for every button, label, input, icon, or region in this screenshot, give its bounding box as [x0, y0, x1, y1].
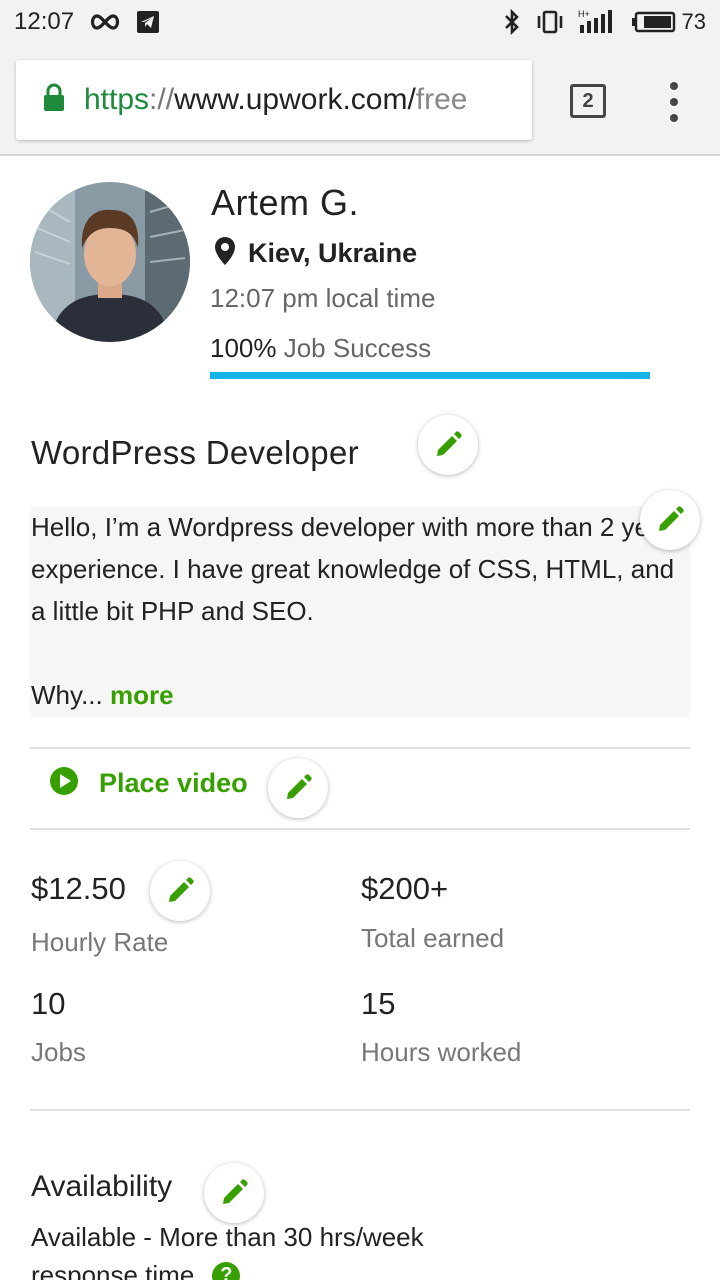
- url-separator: ://: [149, 83, 175, 116]
- job-success: 100% Job Success: [210, 333, 431, 364]
- location-pin-icon: [214, 236, 236, 271]
- hourly-rate-value: $12.50: [31, 871, 126, 906]
- job-success-percent: 100%: [210, 333, 277, 363]
- overview-tail: Why...: [31, 680, 103, 710]
- location: Kiev, Ukraine: [214, 236, 417, 271]
- edit-title-button[interactable]: [418, 415, 478, 475]
- edit-video-button[interactable]: [268, 758, 328, 818]
- response-time: response time ?: [31, 1260, 241, 1280]
- jobs-label: Jobs: [31, 1037, 86, 1067]
- status-bar: 12:07 H+ 73: [0, 0, 720, 44]
- more-link[interactable]: more: [110, 680, 174, 710]
- bluetooth-icon: [502, 9, 522, 35]
- hours-worked-label: Hours worked: [361, 1037, 522, 1067]
- edit-overview-button[interactable]: [640, 490, 700, 550]
- job-success-bar: [210, 372, 650, 379]
- lock-icon: [42, 83, 66, 118]
- divider: [30, 747, 690, 749]
- hourly-rate-label: Hourly Rate: [31, 927, 169, 957]
- availability-text: Available - More than 30 hrs/week: [31, 1222, 424, 1252]
- hours-worked-value: 15: [361, 986, 396, 1021]
- telegram-icon: [136, 10, 160, 34]
- profile-title: WordPress Developer: [31, 434, 359, 471]
- play-circle-icon: [49, 766, 79, 801]
- more-menu-icon[interactable]: [662, 82, 686, 122]
- url-path: free: [415, 83, 468, 116]
- edit-availability-button[interactable]: [204, 1163, 264, 1223]
- help-icon[interactable]: ?: [212, 1261, 241, 1280]
- overview-truncated: Why... more: [31, 674, 174, 716]
- signal-icon: H+: [578, 9, 618, 35]
- battery-icon: [631, 11, 676, 33]
- total-earned-label: Total earned: [361, 923, 505, 953]
- divider: [30, 828, 690, 830]
- pencil-icon: [437, 431, 462, 456]
- overview-text: Hello, I’m a Wordpress developer with mo…: [31, 512, 675, 626]
- browser-toolbar: https://www.upwork.com/free 2: [0, 44, 720, 156]
- response-time-label: response time: [31, 1260, 195, 1280]
- status-time: 12:07: [14, 8, 75, 35]
- url-scheme: https: [84, 83, 150, 116]
- availability-heading: Availability: [31, 1170, 173, 1203]
- vibrate-icon: [536, 10, 564, 34]
- job-success-bar-fill: [210, 372, 650, 379]
- jobs-value: 10: [31, 986, 66, 1021]
- battery-level: 73: [681, 9, 706, 34]
- pencil-icon: [287, 774, 312, 799]
- location-text: Kiev, Ukraine: [248, 238, 418, 268]
- status-bar-left: 12:07: [14, 8, 160, 36]
- pencil-icon: [659, 506, 684, 531]
- place-video-link[interactable]: Place video: [49, 766, 248, 801]
- avatar: [30, 182, 190, 342]
- signal-type-label: H+: [578, 9, 590, 19]
- local-time: 12:07 pm local time: [210, 283, 436, 313]
- url-text: https://www.upwork.com/free: [84, 83, 468, 117]
- edit-rate-button[interactable]: [150, 861, 210, 921]
- job-success-label: Job Success: [276, 333, 432, 363]
- url-host: www.upwork.com/: [174, 83, 416, 116]
- address-bar[interactable]: https://www.upwork.com/free: [16, 60, 532, 140]
- freelancer-name: Artem G.: [211, 182, 360, 223]
- infinity-icon: [88, 12, 122, 32]
- status-bar-right: H+ 73: [502, 9, 706, 35]
- pencil-icon: [223, 1179, 248, 1204]
- place-video-label: Place video: [99, 768, 248, 798]
- pencil-icon: [169, 877, 194, 902]
- total-earned-value: $200+: [361, 871, 449, 906]
- divider: [30, 1109, 690, 1111]
- tab-switcher-button[interactable]: 2: [570, 84, 606, 118]
